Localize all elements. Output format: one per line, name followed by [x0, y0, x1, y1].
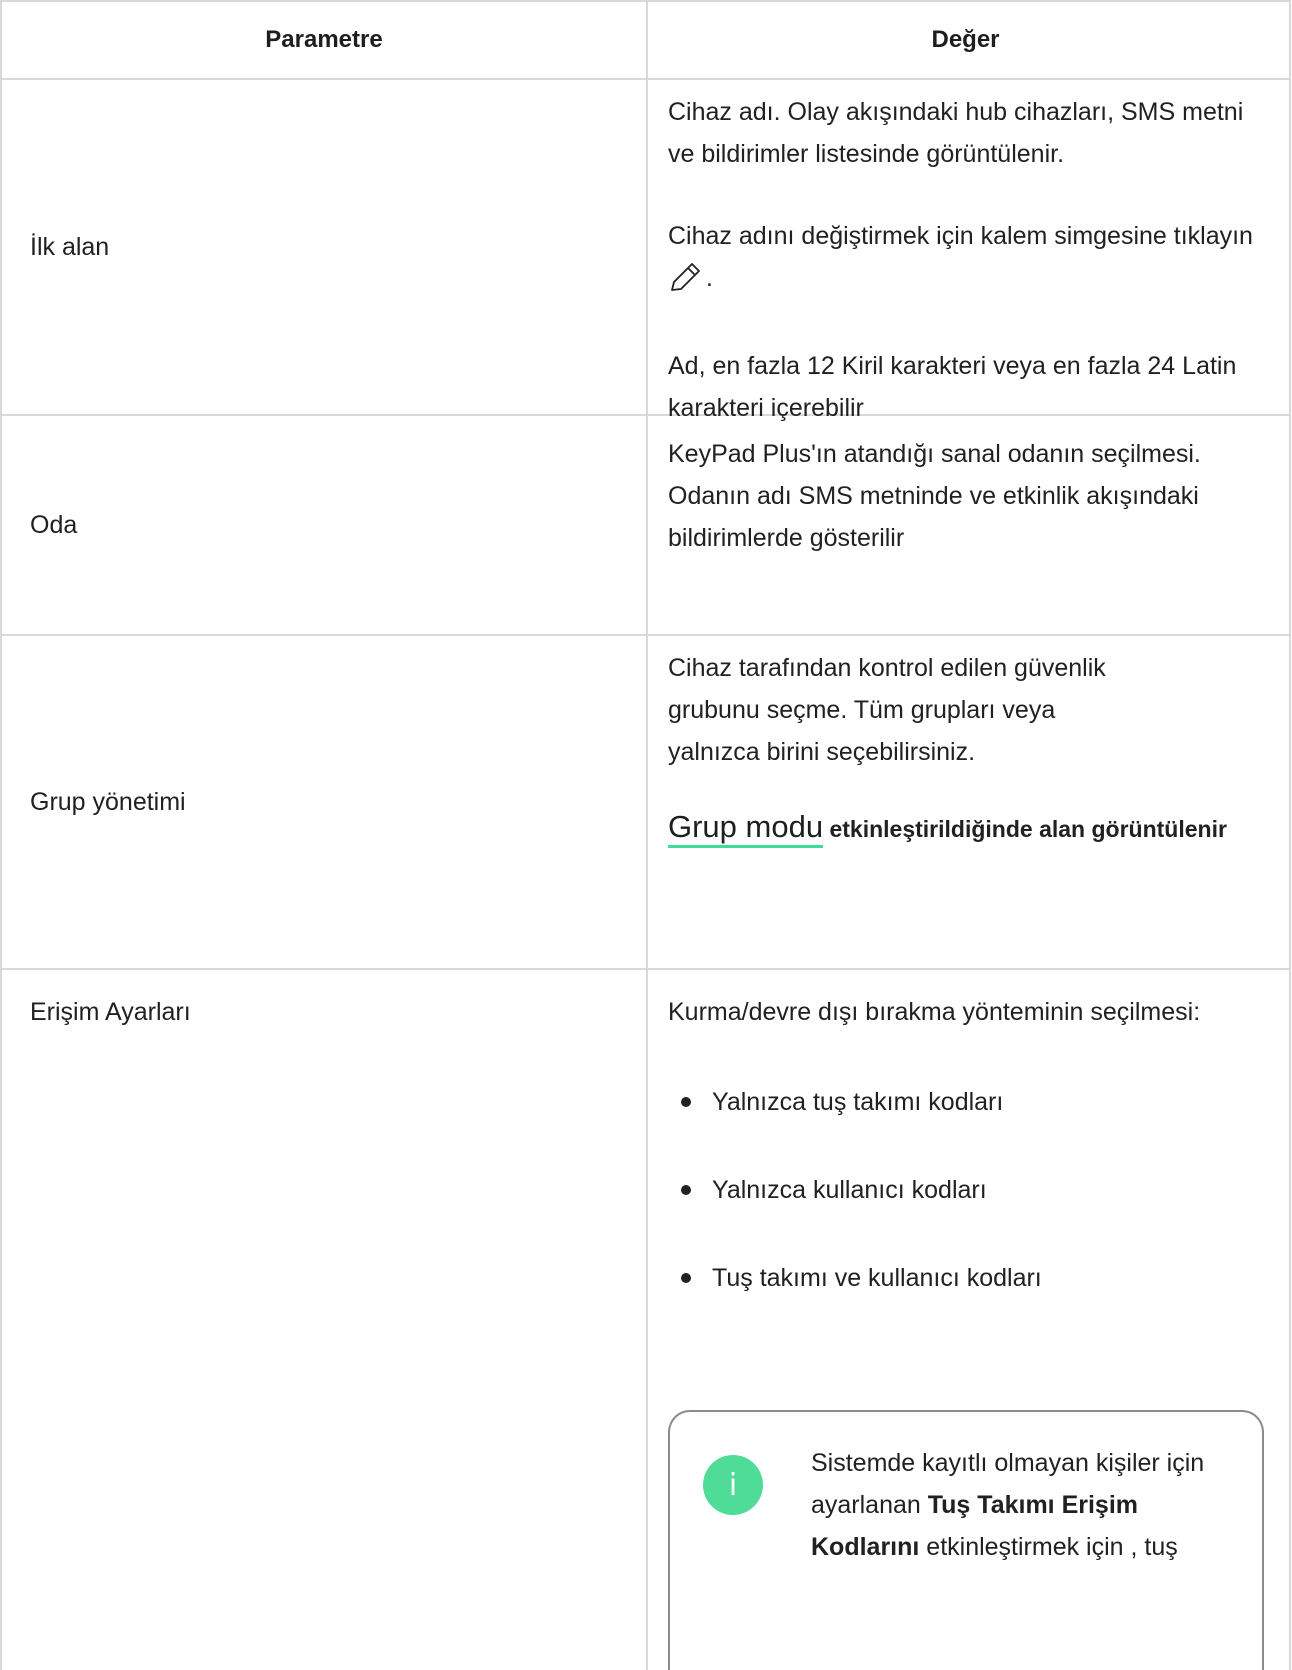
value-text: Cihaz adını değiştirmek için kalem simge… [668, 222, 1253, 250]
value-paragraph: KeyPad Plus'ın atandığı sanal odanın seç… [668, 440, 1201, 552]
param-room: Oda [2, 416, 648, 634]
param-group: Grup yönetimi [2, 636, 648, 968]
pencil-icon [668, 260, 704, 305]
value-access: Kurma/devre dışı bırakma yönteminin seçi… [648, 970, 1291, 1670]
value-room: KeyPad Plus'ın atandığı sanal odanın seç… [648, 416, 1291, 634]
param-name: Erişim Ayarları [30, 998, 191, 1026]
table-row: Erişim Ayarları Kurma/devre dışı bırakma… [2, 970, 1291, 1670]
info-text: Sistemde kayıtlı olmayan kişiler için ay… [811, 1442, 1241, 1568]
value-group: Cihaz tarafından kontrol edilen güvenlik… [648, 636, 1291, 968]
param-name: Grup yönetimi [30, 788, 186, 816]
list-item: Yalnızca tuş takımı kodları [668, 1081, 1263, 1123]
header-value: Değer [648, 2, 1291, 78]
access-method-list: Yalnızca tuş takımı kodları Yalnızca kul… [668, 1081, 1263, 1299]
value-paragraph: Cihaz adı. Olay akışındaki hub cihazları… [668, 98, 1244, 168]
list-item: Yalnızca kullanıcı kodları [668, 1169, 1263, 1211]
table-row: Oda KeyPad Plus'ın atandığı sanal odanın… [2, 416, 1291, 636]
info-text-part: etkinleştirmek için , tuş [919, 1533, 1178, 1561]
param-name: Oda [30, 511, 78, 539]
value-text: . [706, 264, 713, 292]
table-row: Grup yönetimi Cihaz tarafından kontrol e… [2, 636, 1291, 970]
note-text: etkinleştirildiğinde alan görüntülenir [823, 816, 1227, 842]
header-parameter: Parametre [2, 2, 648, 78]
table-header-row: Parametre Değer [2, 0, 1291, 80]
value-paragraph: Cihaz tarafından kontrol edilen güvenlik… [668, 654, 1106, 766]
info-icon: i [703, 1455, 763, 1515]
value-note: Grup modu etkinleştirildiğinde alan görü… [668, 803, 1263, 853]
param-first-field: İlk alan [2, 80, 648, 414]
parameters-table: Parametre Değer İlk alan Cihaz adı. Olay… [0, 0, 1291, 1670]
info-callout: i Sistemde kayıtlı olmayan kişiler için … [668, 1410, 1264, 1670]
list-item: Tuş takımı ve kullanıcı kodları [668, 1257, 1263, 1299]
param-name: İlk alan [30, 233, 110, 261]
param-access: Erişim Ayarları [2, 970, 648, 1670]
table-row: İlk alan Cihaz adı. Olay akışındaki hub … [2, 80, 1291, 422]
group-mode-link[interactable]: Grup modu [668, 809, 824, 848]
value-paragraph: Kurma/devre dışı bırakma yönteminin seçi… [668, 998, 1201, 1026]
value-first-field: Cihaz adı. Olay akışındaki hub cihazları… [648, 80, 1291, 422]
value-paragraph: Cihaz adını değiştirmek için kalem simge… [668, 215, 1263, 305]
